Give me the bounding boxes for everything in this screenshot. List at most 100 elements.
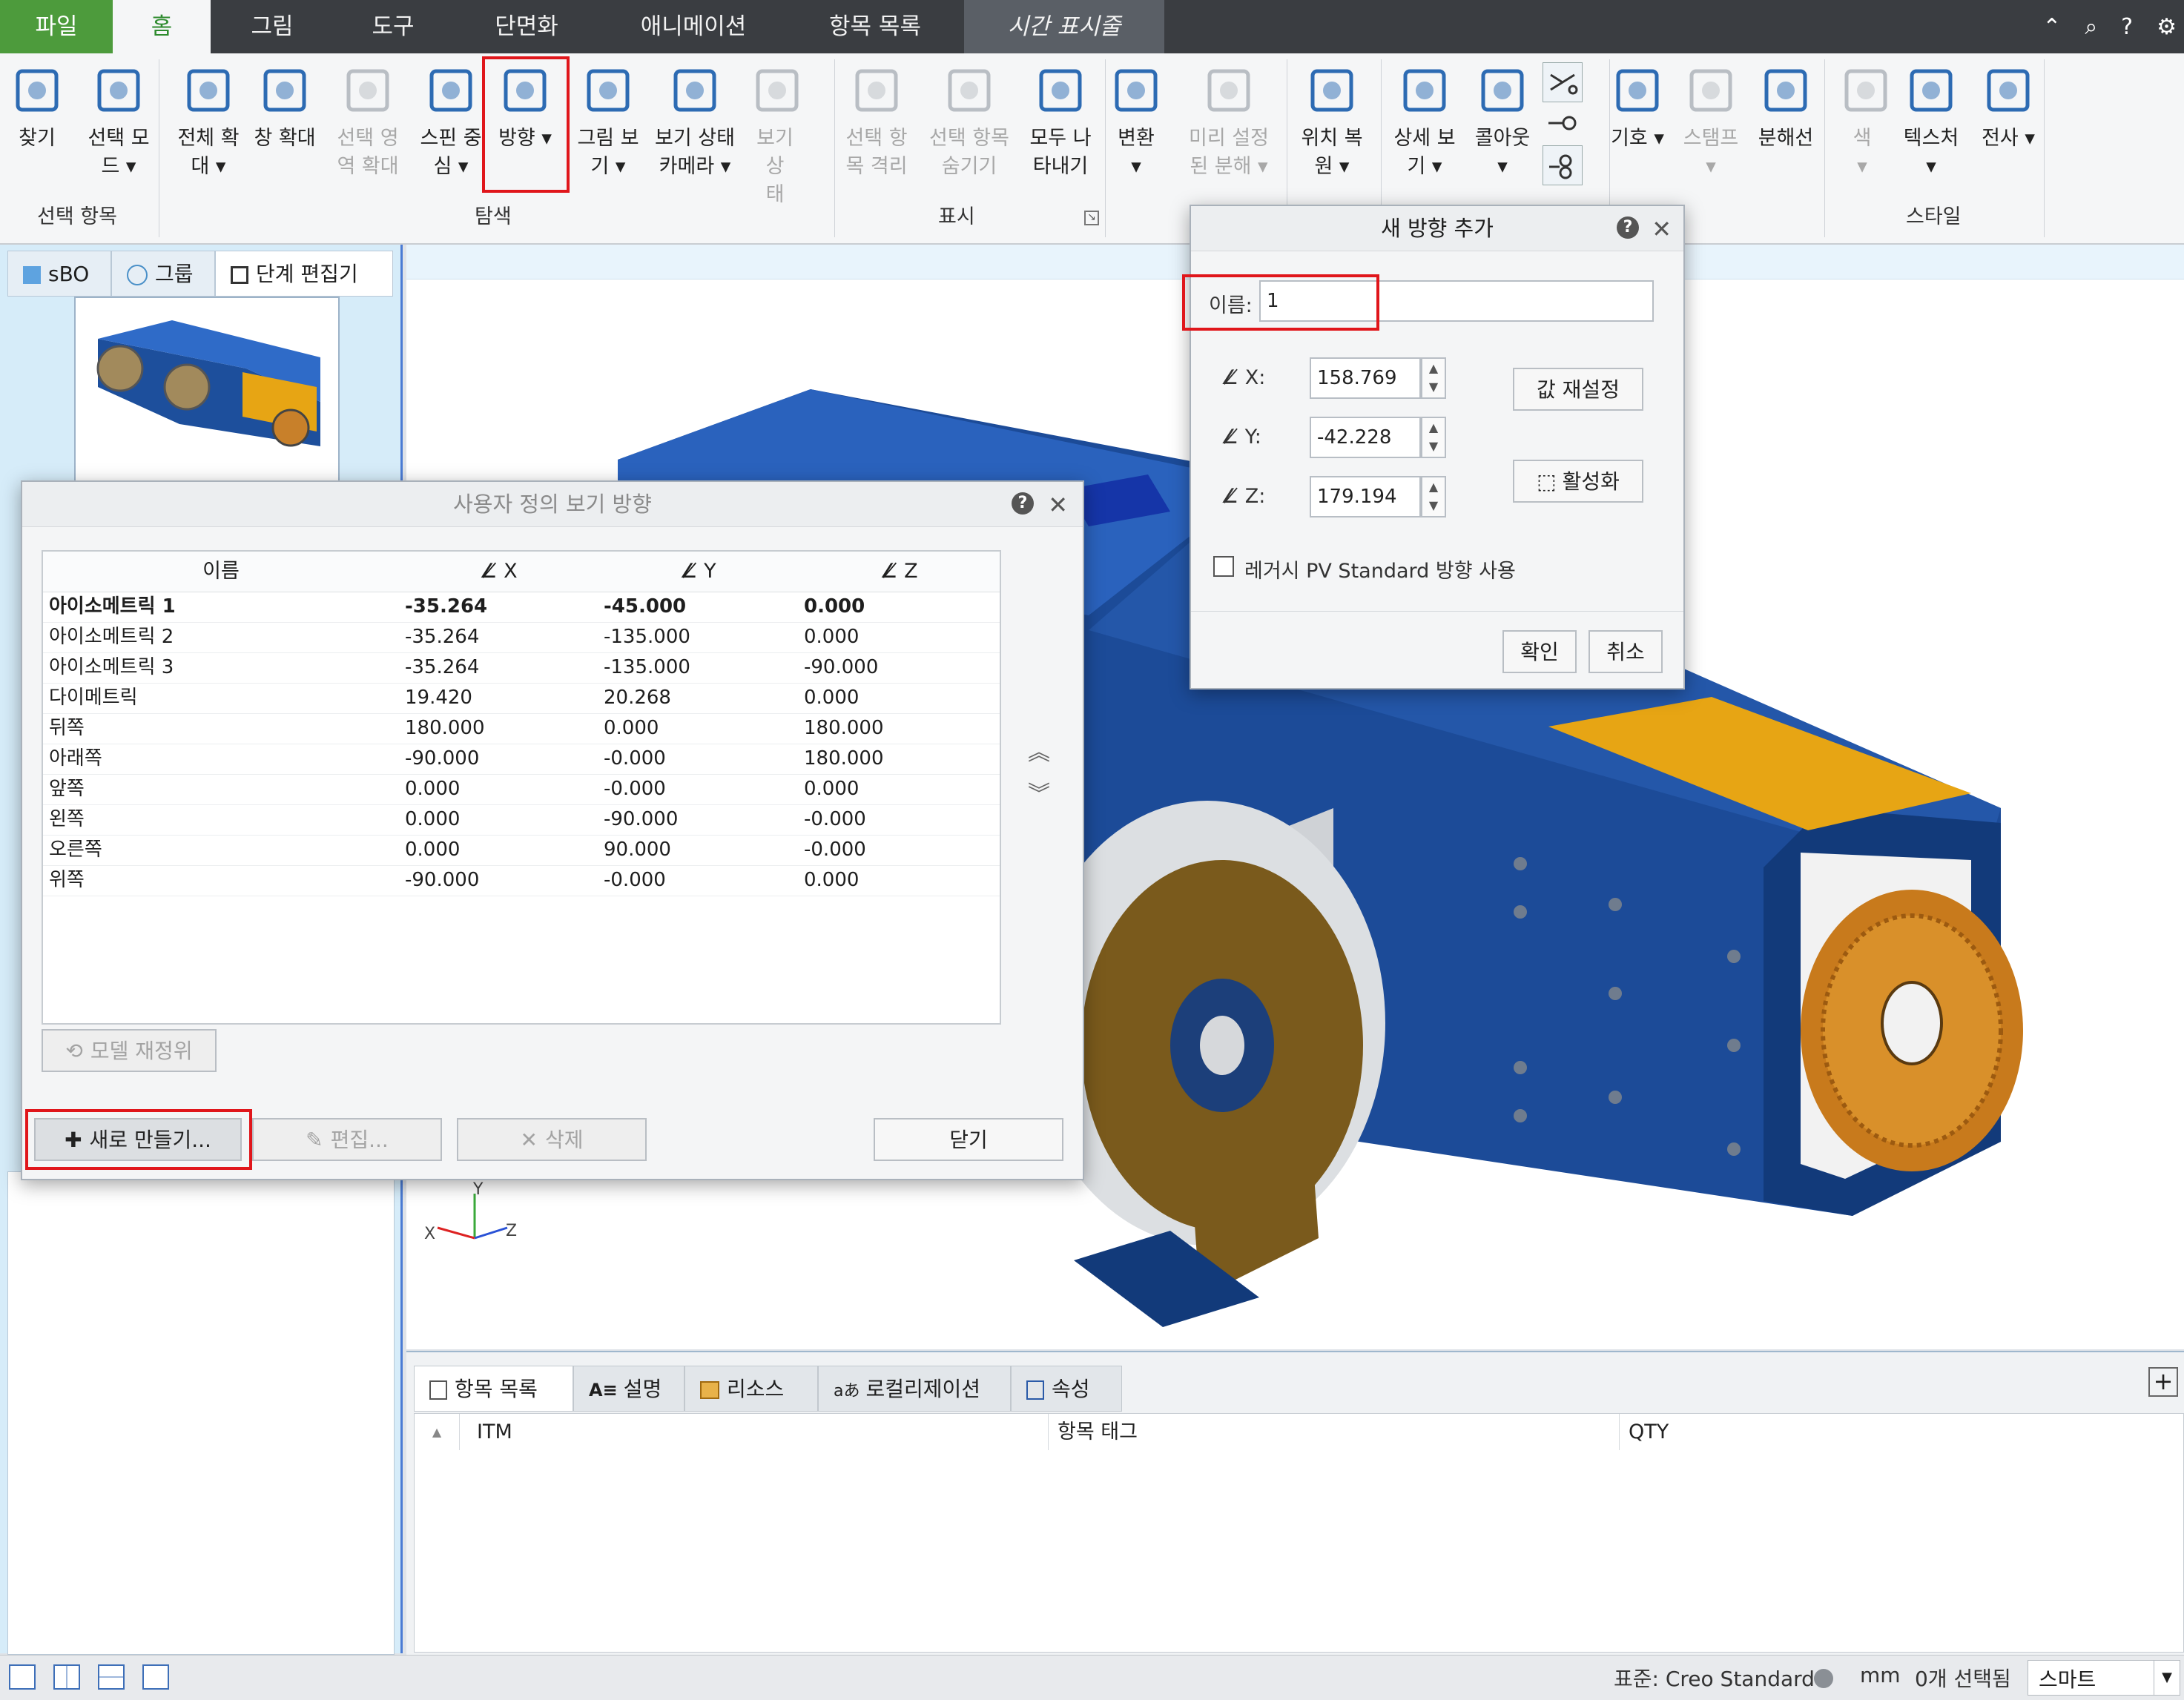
column-itm[interactable]: ITM [459, 1414, 1049, 1451]
x-input[interactable]: 158.769 [1310, 357, 1421, 399]
sort-icon[interactable]: ▲ [415, 1414, 460, 1451]
ribbon-button-stamp[interactable]: 스탬프 ▾ [1676, 61, 1746, 181]
step-thumbnail[interactable] [74, 297, 340, 485]
ribbon-button-view-state-camera[interactable]: 보기 상태 카메라 ▾ [644, 61, 746, 181]
ribbon-button-label: 보기 상 [756, 127, 794, 178]
add-panel-icon[interactable]: + [2148, 1367, 2178, 1397]
table-row[interactable]: 오른쪽 0.000 90.000 -0.000 [43, 835, 1000, 866]
activate-button[interactable]: ⬚ 활성화 [1513, 460, 1643, 503]
cancel-button[interactable]: 취소 [1588, 630, 1663, 673]
tab-sectioning[interactable]: 단면화 [452, 0, 601, 53]
ribbon-button-camera[interactable]: 그림 보기 ▾ [571, 61, 645, 181]
column-name[interactable]: 이름 [43, 552, 400, 592]
chevron-down-icon[interactable]: ▼ [2154, 1660, 2180, 1696]
tab-file[interactable]: 파일 [0, 0, 113, 53]
ribbon-button-decal[interactable]: 전사 ▾ [1973, 61, 2044, 153]
ribbon-button-zoom-selected[interactable]: 선택 영역 확대 [331, 61, 405, 181]
y-input[interactable]: -42.228 [1310, 417, 1421, 458]
tab-description[interactable]: A≡ 설명 [573, 1366, 684, 1412]
edit-button[interactable]: ✎ 편집... [252, 1118, 442, 1161]
ribbon-button-label: 텍스처 [1903, 127, 1959, 150]
tab-description-label: 설명 [623, 1377, 662, 1401]
layout-full-icon[interactable] [142, 1664, 169, 1690]
tab-localization[interactable]: aあ 로컬리제이션 [818, 1366, 1011, 1412]
search-icon[interactable]: ⌕ [2085, 14, 2097, 40]
column-x[interactable]: ∠̸ X [399, 552, 598, 592]
layout-vertical-split-icon[interactable] [53, 1664, 80, 1690]
callout-style-1-icon[interactable] [1543, 62, 1583, 102]
move-down-icon[interactable]: ︾ [1028, 775, 1050, 808]
table-row[interactable]: 아래쪽 -90.000 -0.000 180.000 [43, 744, 1000, 775]
ribbon-button-preset-explode[interactable]: 미리 설정 된 분해 ▾ [1181, 61, 1277, 181]
units-label[interactable]: mm [1860, 1663, 1901, 1687]
table-row[interactable]: 앞쪽 0.000 -0.000 0.000 [43, 774, 1000, 805]
z-stepper[interactable]: ▲ ▼ [1421, 476, 1446, 517]
table-row[interactable]: 아이소메트릭 2 -35.264 -135.000 0.000 [43, 622, 1000, 653]
tab-tools[interactable]: 도구 [334, 0, 452, 53]
ribbon-button-zoom-all[interactable]: 전체 확대 ▾ [165, 61, 252, 181]
table-row[interactable]: 왼쪽 0.000 -90.000 -0.000 [43, 804, 1000, 836]
ribbon-button-transform[interactable]: 변환 ▾ [1105, 61, 1167, 181]
z-input[interactable]: 179.194 [1310, 476, 1421, 517]
tab-home[interactable]: 홈 [113, 0, 211, 53]
ribbon-button-show-all[interactable]: 모두 나 타내기 [1022, 61, 1099, 181]
ribbon-button-detail-view[interactable]: 상세 보기 ▾ [1384, 61, 1465, 181]
callout-style-2-icon[interactable] [1543, 104, 1581, 142]
close-icon[interactable]: ✕ [1048, 491, 1068, 519]
tab-timeline[interactable]: 시간 표시줄 [964, 0, 1164, 53]
layout-horizontal-split-icon[interactable] [98, 1664, 125, 1690]
y-stepper[interactable]: ▲ ▼ [1421, 417, 1446, 458]
ok-button[interactable]: 확인 [1502, 630, 1577, 673]
tab-resources[interactable]: 리소스 [684, 1366, 818, 1412]
ribbon-button-explode-line[interactable]: 분해선 [1747, 61, 1824, 153]
column-z[interactable]: ∠̸ Z [798, 552, 1000, 592]
column-y[interactable]: ∠̸ Y [598, 552, 799, 592]
help-icon[interactable]: ? [2121, 14, 2133, 40]
help-icon[interactable]: ? [1617, 216, 1639, 239]
table-row[interactable]: 다이메트릭 19.420 20.268 0.000 [43, 683, 1000, 714]
tab-step-editor[interactable]: 단계 편집기 [215, 251, 393, 297]
tab-groups[interactable]: 그룹 [111, 251, 215, 297]
column-qty[interactable]: QTY [1620, 1414, 2183, 1451]
display-group-launcher-icon[interactable]: ↘ [1084, 211, 1099, 225]
ribbon-button-label: 상세 보 [1393, 127, 1456, 150]
ribbon-button-restore-position[interactable]: 위치 복원 ▾ [1293, 61, 1370, 181]
tab-item-list-panel[interactable]: 항목 목록 [414, 1366, 573, 1412]
ribbon-button-cursor[interactable]: 선택 모드 ▾ [74, 61, 163, 181]
close-icon[interactable]: ✕ [1652, 215, 1672, 243]
tab-drawing[interactable]: 그림 [211, 0, 334, 53]
ribbon-button-callout[interactable]: 콜아웃 ▾ [1468, 61, 1537, 181]
tab-properties[interactable]: 속성 [1011, 1366, 1122, 1412]
ribbon-button-window-zoom[interactable]: 창 확대 [248, 61, 322, 153]
table-row[interactable]: 뒤쪽 180.000 0.000 180.000 [43, 713, 1000, 744]
tab-animation[interactable]: 애니메이션 [601, 0, 786, 53]
column-item-tag[interactable]: 항목 태그 [1049, 1414, 1620, 1451]
tab-sbom[interactable]: sBO [7, 251, 111, 297]
move-up-icon[interactable]: ︽ [1028, 734, 1050, 767]
ribbon-button-texture[interactable]: 텍스처 ▾ [1891, 61, 1971, 181]
ribbon-button-color[interactable]: 색 ▾ [1836, 61, 1888, 181]
settings-icon[interactable]: ⚙ [2157, 14, 2177, 40]
legacy-checkbox[interactable] [1213, 556, 1234, 577]
delete-button[interactable]: ✕ 삭제 [457, 1118, 647, 1161]
help-icon[interactable]: ? [1012, 492, 1034, 515]
ribbon-button-hide-selected[interactable]: 선택 항목 숨기기 [921, 61, 1017, 181]
close-button[interactable]: 닫기 [874, 1118, 1063, 1161]
ribbon-button-symbol[interactable]: 기호 ▾ [1602, 61, 1673, 153]
ribbon-button-isolate[interactable]: 선택 항목 격리 [839, 61, 914, 181]
filter-select[interactable]: 스마트 [2028, 1660, 2155, 1696]
reset-model-label: 모델 재정위 [90, 1039, 193, 1063]
table-row[interactable]: 아이소메트릭 3 -35.264 -135.000 -90.000 [43, 652, 1000, 684]
table-row[interactable]: 위쪽 -90.000 -0.000 0.000 [43, 865, 1000, 896]
ribbon-button-spin-center[interactable]: 스핀 중심 ▾ [412, 61, 489, 181]
layout-single-icon[interactable] [9, 1664, 36, 1690]
reset-values-button[interactable]: 값 재설정 [1513, 368, 1643, 411]
ribbon-button-binoculars[interactable]: 찾기 [7, 61, 67, 153]
ribbon-button-view-state[interactable]: 보기 상태 [748, 61, 802, 209]
table-row[interactable]: 아이소메트릭 1 -35.264 -45.000 0.000 [43, 592, 1000, 623]
x-stepper[interactable]: ▲ ▼ [1421, 357, 1446, 399]
tab-item-list[interactable]: 항목 목록 [786, 0, 964, 53]
reset-model-button[interactable]: ⟲ 모델 재정위 [42, 1029, 217, 1072]
collapse-ribbon-icon[interactable]: ⌃ [2042, 14, 2061, 40]
callout-style-3-icon[interactable] [1543, 145, 1583, 185]
